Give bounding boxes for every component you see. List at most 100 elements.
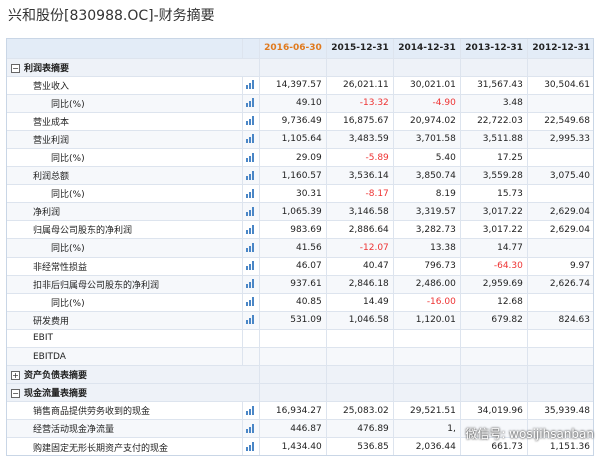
value-cell: -5.89 (326, 148, 394, 168)
chart-cell (242, 347, 260, 367)
row-label: 非经常性损益 (7, 257, 243, 276)
bar-chart-icon[interactable] (245, 315, 256, 325)
row-label: 同比(%) (7, 94, 243, 113)
value-cell: 9.97 (527, 257, 593, 276)
bar-chart-icon[interactable] (245, 152, 256, 162)
table-row: 同比(%) 30.31 -8.17 8.19 15.73 (7, 184, 593, 204)
table-row: 同比(%) 41.56 -12.07 13.38 14.77 (7, 238, 593, 258)
section-empty-cell (326, 383, 394, 403)
value-cell: 9,736.49 (259, 112, 327, 131)
value-cell: 2,486.00 (393, 275, 461, 294)
value-cell (527, 329, 593, 349)
section-empty-cell (527, 365, 593, 385)
value-cell: 1,065.39 (259, 202, 327, 222)
row-label: 购建固定无形长期资产支付的现金 (7, 437, 243, 455)
table-row: 利润总额 1,160.57 3,536.14 3,850.74 3,559.28 3,07… (7, 166, 593, 186)
value-cell: 824.63 (527, 311, 593, 330)
value-cell: 35,939.48 (527, 401, 593, 421)
chart-cell (242, 220, 260, 240)
table-body: − 利润表摘要 营业收入 14,397.57 26,021.11 30,021.01 31,… (7, 58, 593, 455)
bar-chart-icon[interactable] (245, 261, 256, 271)
value-cell: 1, (393, 419, 461, 439)
value-cell: 2,626.74 (527, 275, 593, 294)
bar-chart-icon[interactable] (245, 134, 256, 144)
value-cell: -64.30 (460, 257, 528, 276)
value-cell: 46.07 (259, 257, 327, 276)
value-cell: -16.00 (393, 293, 461, 312)
value-cell (460, 329, 528, 349)
section-label: 资产负债表摘要 (24, 371, 88, 382)
section-empty-cell (326, 58, 394, 77)
value-cell: 2,886.64 (326, 220, 394, 240)
value-cell: 1,160.57 (259, 166, 327, 186)
column-header-2014-12-31[interactable]: 2014-12-31 (393, 39, 461, 59)
section-empty-cell (393, 58, 461, 77)
chart-cell (242, 130, 260, 149)
bar-chart-icon[interactable] (245, 242, 256, 252)
table-row: 营业成本 9,736.49 16,875.67 20,974.02 22,722.03 2… (7, 112, 593, 131)
value-cell: 20,974.02 (393, 112, 461, 131)
value-cell: 12.68 (460, 293, 528, 312)
chart-cell (242, 293, 260, 312)
value-cell: 17.25 (460, 148, 528, 168)
column-header-2016-06-30[interactable]: 2016-06-30 (259, 39, 327, 59)
value-cell: 3.48 (460, 94, 528, 113)
row-label: 同比(%) (7, 184, 243, 204)
value-cell: 22,722.03 (460, 112, 528, 131)
bar-chart-icon[interactable] (245, 279, 256, 289)
value-cell (259, 347, 327, 367)
value-cell: 3,559.28 (460, 166, 528, 186)
column-header-2012-12-31[interactable]: 2012-12-31 (527, 39, 593, 59)
bar-chart-icon[interactable] (245, 405, 256, 415)
section-row: − 现金流量表摘要 (7, 383, 593, 403)
chart-cell (242, 94, 260, 113)
bar-chart-icon[interactable] (245, 188, 256, 198)
value-cell: 25,083.02 (326, 401, 394, 421)
expand-toggle-icon[interactable]: + (11, 371, 20, 381)
row-label: EBITDA (7, 347, 243, 367)
page-title: 兴和股份[830988.OC]-财务摘要 (8, 8, 215, 24)
section-header: − 现金流量表摘要 (7, 383, 260, 403)
value-cell: 40.47 (326, 257, 394, 276)
section-empty-cell (259, 383, 327, 403)
value-cell: -13.32 (326, 94, 394, 113)
section-empty-cell (326, 365, 394, 385)
bar-chart-icon[interactable] (245, 442, 256, 452)
column-header-2013-12-31[interactable]: 2013-12-31 (460, 39, 528, 59)
table-row: 净利润 1,065.39 3,146.58 3,319.57 3,017.22 2,629… (7, 202, 593, 222)
collapse-toggle-icon[interactable]: − (11, 389, 20, 399)
value-cell: 937.61 (259, 275, 327, 294)
header-blank-cell (7, 39, 243, 59)
value-cell: 2,036.44 (393, 437, 461, 455)
value-cell: 16,875.67 (326, 112, 394, 131)
collapse-toggle-icon[interactable]: − (11, 63, 20, 73)
table-row: 同比(%) 29.09 -5.89 5.40 17.25 (7, 148, 593, 168)
value-cell: 5.40 (393, 148, 461, 168)
value-cell: 2,846.18 (326, 275, 394, 294)
bar-chart-icon[interactable] (245, 98, 256, 108)
value-cell: 2,629.04 (527, 220, 593, 240)
bar-chart-icon[interactable] (245, 170, 256, 180)
value-cell (393, 347, 461, 367)
bar-chart-icon[interactable] (245, 206, 256, 216)
bar-chart-icon[interactable] (245, 116, 256, 126)
chart-cell (242, 419, 260, 439)
section-empty-cell (460, 365, 528, 385)
value-cell (326, 347, 394, 367)
header-icon-cell (242, 39, 260, 59)
value-cell: 3,075.40 (527, 166, 593, 186)
row-label: 销售商品提供劳务收到的现金 (7, 401, 243, 421)
value-cell: 476.89 (326, 419, 394, 439)
chart-cell (242, 148, 260, 168)
row-label: 研发费用 (7, 311, 243, 330)
bar-chart-icon[interactable] (245, 297, 256, 307)
column-header-2015-12-31[interactable]: 2015-12-31 (326, 39, 394, 59)
value-cell: 30,021.01 (393, 76, 461, 95)
bar-chart-icon[interactable] (245, 80, 256, 90)
bar-chart-icon[interactable] (245, 423, 256, 433)
row-label: 扣非后归属母公司股东的净利润 (7, 275, 243, 294)
value-cell (326, 329, 394, 349)
table-row: 同比(%) 49.10 -13.32 -4.90 3.48 (7, 94, 593, 113)
bar-chart-icon[interactable] (245, 224, 256, 234)
value-cell (460, 347, 528, 367)
